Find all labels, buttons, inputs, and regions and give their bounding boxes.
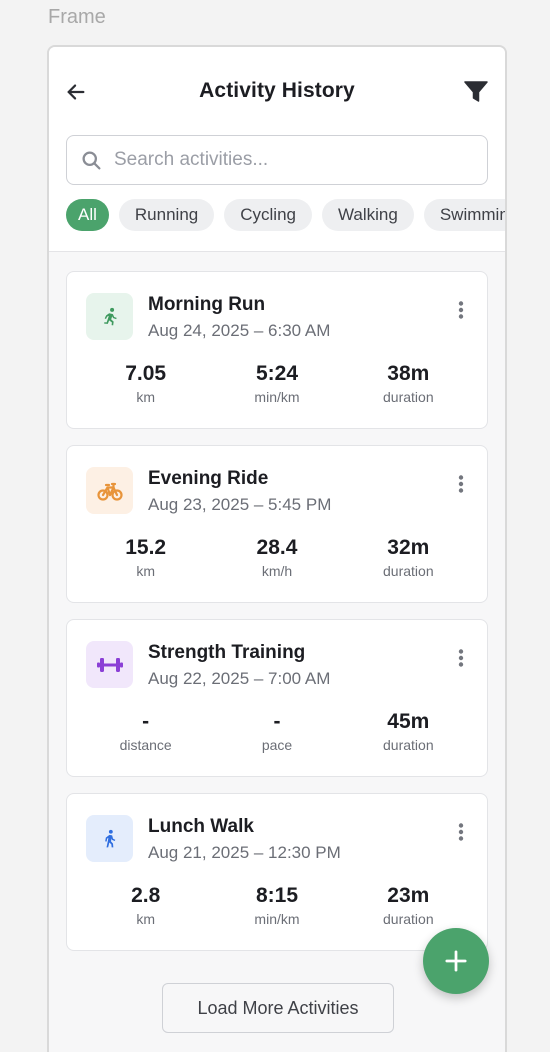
filter-chip-swimming[interactable]: Swimming (423, 199, 505, 231)
activity-icon-badge (86, 641, 133, 688)
stat: 15.2 km (80, 536, 211, 579)
stat-value: 2.8 (131, 884, 161, 907)
search-input[interactable] (114, 149, 474, 171)
stat: 8:15 min/km (211, 884, 342, 927)
stat-value: 8:15 (255, 884, 298, 907)
activity-list: Morning Run Aug 24, 2025 – 6:30 AM 7.05 km 5… (66, 271, 488, 967)
stat-value: 23m (387, 884, 430, 907)
filter-button[interactable] (463, 79, 489, 105)
top-bar: Activity History All Running Cycling Walkin… (49, 47, 505, 252)
activity-name: Strength Training (148, 642, 306, 663)
plus-icon (445, 950, 467, 972)
stat-unit: km (136, 911, 155, 927)
stat: 28.4 km/h (211, 536, 342, 579)
stat: 32m duration (343, 536, 474, 579)
stat: - pace (211, 710, 342, 753)
stat-value: 5:24 (255, 362, 298, 385)
more-options-button[interactable] (449, 472, 473, 496)
frame-label: Frame (48, 6, 106, 28)
more-vertical-icon (458, 475, 464, 493)
page-title: Activity History (199, 79, 355, 102)
activity-card[interactable]: Strength Training Aug 22, 2025 – 7:00 AM -… (66, 619, 488, 777)
more-options-button[interactable] (449, 820, 473, 844)
activity-icon-badge (86, 467, 133, 514)
stat-value: 28.4 (256, 536, 298, 559)
stat-unit: km (136, 563, 155, 579)
filter-chip-walking[interactable]: Walking (321, 199, 414, 231)
stat: 5:24 min/km (211, 362, 342, 405)
activity-stats: 15.2 km 28.4 km/h 32m duration (80, 536, 474, 579)
more-options-button[interactable] (449, 646, 473, 670)
activity-card[interactable]: Lunch Walk Aug 21, 2025 – 12:30 PM 2.8 km 8:… (66, 793, 488, 951)
activity-name: Lunch Walk (148, 816, 254, 837)
stat-unit: duration (383, 911, 434, 927)
walking-icon (100, 828, 120, 850)
filter-chip-all[interactable]: All (66, 199, 109, 231)
stat: 38m duration (343, 362, 474, 405)
filter-icon (464, 81, 488, 102)
activity-name: Evening Ride (148, 468, 269, 489)
running-icon (100, 306, 120, 328)
stat-value: 15.2 (125, 536, 167, 559)
activity-card[interactable]: Evening Ride Aug 23, 2025 – 5:45 PM 15.2 km… (66, 445, 488, 603)
activity-stats: - distance - pace 45m duration (80, 710, 474, 753)
activity-card[interactable]: Morning Run Aug 24, 2025 – 6:30 AM 7.05 km 5… (66, 271, 488, 429)
stat: 23m duration (343, 884, 474, 927)
stat-unit: duration (383, 737, 434, 753)
add-activity-button[interactable] (423, 928, 489, 994)
stat-value: 45m (387, 710, 430, 733)
stat-unit: km (136, 389, 155, 405)
header: Activity History (49, 71, 505, 111)
stat-value: - (142, 710, 150, 733)
activity-date: Aug 21, 2025 – 12:30 PM (148, 843, 341, 862)
filter-chip-cycling[interactable]: Cycling (224, 199, 312, 231)
stat-value: 7.05 (125, 362, 167, 385)
search-box[interactable] (66, 135, 488, 185)
stat-value: 38m (387, 362, 430, 385)
back-button[interactable] (63, 79, 89, 105)
activity-icon-badge (86, 815, 133, 862)
stat: 45m duration (343, 710, 474, 753)
stat-unit: duration (383, 389, 434, 405)
stat-value: - (273, 710, 281, 733)
stat-unit: pace (261, 737, 293, 753)
stat-unit: min/km (254, 389, 300, 405)
arrow-left-icon (67, 84, 85, 100)
bicycle-icon (96, 480, 123, 502)
stat-value: 32m (387, 536, 430, 559)
stat: - distance (80, 710, 211, 753)
activity-name: Morning Run (148, 294, 266, 315)
stat-unit: duration (383, 563, 434, 579)
more-vertical-icon (458, 301, 464, 319)
activity-date: Aug 22, 2025 – 7:00 AM (148, 669, 331, 688)
search-icon (82, 150, 101, 170)
filter-chip-running[interactable]: Running (118, 199, 215, 231)
stat-unit: distance (119, 737, 172, 753)
activity-date: Aug 23, 2025 – 5:45 PM (148, 495, 332, 514)
load-more-button[interactable]: Load More Activities (162, 983, 394, 1033)
stat: 2.8 km (80, 884, 211, 927)
stat-unit: min/km (254, 911, 300, 927)
more-vertical-icon (458, 823, 464, 841)
stat-unit: km/h (261, 563, 293, 579)
more-vertical-icon (458, 649, 464, 667)
dumbbell-icon (96, 655, 123, 675)
filter-chips: All Running Cycling Walking Swimming (66, 199, 505, 233)
stat: 7.05 km (80, 362, 211, 405)
activity-stats: 7.05 km 5:24 min/km 38m duration (80, 362, 474, 405)
phone-frame: Activity History All Running Cycling Walkin… (47, 45, 507, 1052)
activity-icon-badge (86, 293, 133, 340)
activity-date: Aug 24, 2025 – 6:30 AM (148, 321, 331, 340)
more-options-button[interactable] (449, 298, 473, 322)
activity-stats: 2.8 km 8:15 min/km 23m duration (80, 884, 474, 927)
